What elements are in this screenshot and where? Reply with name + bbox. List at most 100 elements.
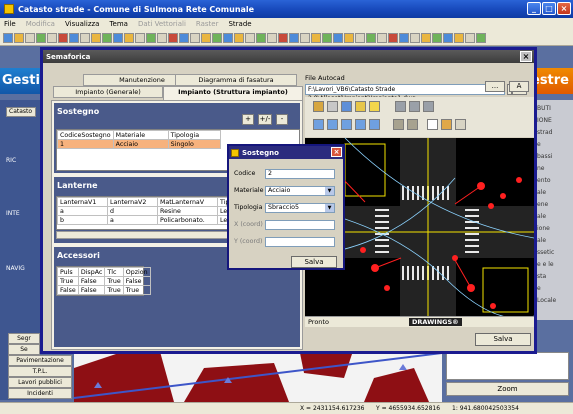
toolbar-button-icon[interactable]: [124, 32, 134, 43]
toolbar-button-icon[interactable]: [465, 32, 475, 43]
toolbar-button-icon[interactable]: [91, 32, 101, 43]
accessori-grid[interactable]: Puls DispAc Tlc Opzion True False True F…: [56, 266, 151, 296]
toolbar-button-icon[interactable]: [3, 32, 13, 43]
autocad-open-button[interactable]: A: [509, 81, 529, 92]
semaforica-close-icon[interactable]: ×: [520, 51, 532, 62]
layer-shape2-icon[interactable]: [407, 119, 418, 130]
lavori-pubblici-button[interactable]: Lavori pubblici: [8, 377, 72, 388]
toolbar-button-icon[interactable]: [58, 32, 68, 43]
codice-field[interactable]: 2: [265, 169, 335, 179]
y-coord-field[interactable]: [265, 237, 335, 247]
toolbar-button-icon[interactable]: [333, 32, 343, 43]
table-row[interactable]: b a Policarbonato. Led: [57, 215, 240, 225]
toolbar-button-icon[interactable]: [454, 32, 464, 43]
sostegno-save-button[interactable]: Salva: [291, 256, 337, 268]
remove-sostegno-button[interactable]: -: [276, 114, 288, 125]
toolbar-button-icon[interactable]: [476, 32, 486, 43]
tpl-button[interactable]: T.P.L.: [8, 366, 72, 377]
add-sostegno-button[interactable]: +: [242, 114, 254, 125]
toolbar-button-icon[interactable]: [212, 32, 222, 43]
table-row[interactable]: a d Resine Led: [57, 206, 240, 216]
tipologia-select[interactable]: Sbraccio5 ▼: [265, 203, 335, 213]
toolbar-button-icon[interactable]: [14, 32, 24, 43]
toolbar-button-icon[interactable]: [388, 32, 398, 43]
menu-visualizza[interactable]: Visualizza: [65, 20, 99, 28]
open-folder-icon[interactable]: [313, 101, 324, 112]
toolbar-button-icon[interactable]: [355, 32, 365, 43]
home-icon[interactable]: [441, 119, 452, 130]
maximize-icon[interactable]: □: [542, 2, 556, 15]
toolbar-button-icon[interactable]: [267, 32, 277, 43]
toolbar-button-icon[interactable]: [311, 32, 321, 43]
toolbar-button-icon[interactable]: [256, 32, 266, 43]
map-view[interactable]: [74, 348, 442, 402]
toolbar-button-icon[interactable]: [47, 32, 57, 43]
menu-tema[interactable]: Tema: [109, 20, 128, 28]
catasto-tab[interactable]: Catasto: [6, 107, 36, 117]
toolbar-button-icon[interactable]: [223, 32, 233, 43]
autocad-browse-button[interactable]: ...: [485, 81, 505, 92]
toolbar-button-icon[interactable]: [399, 32, 409, 43]
toolbar-button-icon[interactable]: [245, 32, 255, 43]
right-list-box[interactable]: [446, 352, 569, 380]
menu-dati-vettoriali[interactable]: Dati Vettoriali: [138, 20, 186, 28]
zoom-out-icon[interactable]: [327, 119, 338, 130]
x-coord-field[interactable]: [265, 220, 335, 230]
autocad-path-input[interactable]: F:\Lavori_VB6\Catasto Strade 2.0\Allegat…: [305, 84, 505, 102]
layer-shape-icon[interactable]: [393, 119, 404, 130]
menu-strade[interactable]: Strade: [228, 20, 251, 28]
save-icon[interactable]: [327, 101, 338, 112]
toolbar-button-icon[interactable]: [102, 32, 112, 43]
toolbar-button-icon[interactable]: [190, 32, 200, 43]
toolbar-button-icon[interactable]: [113, 32, 123, 43]
toolbar-button-icon[interactable]: [36, 32, 46, 43]
toolbar-button-icon[interactable]: [168, 32, 178, 43]
close-icon[interactable]: ×: [557, 2, 571, 15]
sostegno-close-icon[interactable]: ×: [331, 147, 342, 157]
toolbar-button-icon[interactable]: [421, 32, 431, 43]
edit-sostegno-button[interactable]: +/-: [258, 114, 272, 125]
forward-icon[interactable]: [423, 101, 434, 112]
stop-icon[interactable]: [409, 101, 420, 112]
toolbar-button-icon[interactable]: [432, 32, 442, 43]
zoom-window-icon[interactable]: [341, 119, 352, 130]
materiale-select[interactable]: Acciaio ▼: [265, 186, 335, 196]
toolbar-button-icon[interactable]: [366, 32, 376, 43]
menu-modifica[interactable]: Modifica: [26, 20, 55, 28]
back-icon[interactable]: [395, 101, 406, 112]
menu-file[interactable]: File: [4, 20, 16, 28]
toolbar-button-icon[interactable]: [410, 32, 420, 43]
toolbar-button-icon[interactable]: [322, 32, 332, 43]
toolbar-button-icon[interactable]: [377, 32, 387, 43]
toolbar-button-icon[interactable]: [443, 32, 453, 43]
table-row[interactable]: False False True True: [57, 285, 151, 295]
toolbar-button-icon[interactable]: [69, 32, 79, 43]
toolbar-button-icon[interactable]: [300, 32, 310, 43]
toolbar-button-icon[interactable]: [344, 32, 354, 43]
se-button[interactable]: Se: [8, 344, 40, 355]
toolbar-button-icon[interactable]: [80, 32, 90, 43]
menu-raster[interactable]: Raster: [196, 20, 219, 28]
toolbar-button-icon[interactable]: [234, 32, 244, 43]
toolbar-button-icon[interactable]: [278, 32, 288, 43]
refresh-icon[interactable]: [369, 119, 380, 130]
toolbar-button-icon[interactable]: [135, 32, 145, 43]
pointer-icon[interactable]: [427, 119, 438, 130]
toolbar-button-icon[interactable]: [146, 32, 156, 43]
minimize-icon[interactable]: _: [527, 2, 541, 15]
table-row[interactable]: 1 Acciaio Singolo: [57, 139, 221, 149]
table-row[interactable]: True False True False: [57, 276, 151, 286]
help-icon[interactable]: [369, 101, 380, 112]
toolbar-button-icon[interactable]: [25, 32, 35, 43]
tab-diagramma-fasatura[interactable]: Diagramma di fasatura: [175, 74, 297, 86]
print-icon[interactable]: [341, 101, 352, 112]
toolbar-button-icon[interactable]: [157, 32, 167, 43]
zoom-button[interactable]: Zoom: [446, 382, 569, 396]
incidenti-button[interactable]: Incidenti: [8, 388, 72, 399]
segr-button[interactable]: Segr: [8, 333, 40, 344]
toolbar-button-icon[interactable]: [201, 32, 211, 43]
chevron-down-icon[interactable]: ▼: [325, 187, 334, 195]
toolbar-button-icon[interactable]: [179, 32, 189, 43]
zoom-in-icon[interactable]: [313, 119, 324, 130]
chevron-down-icon[interactable]: ▼: [325, 204, 334, 212]
